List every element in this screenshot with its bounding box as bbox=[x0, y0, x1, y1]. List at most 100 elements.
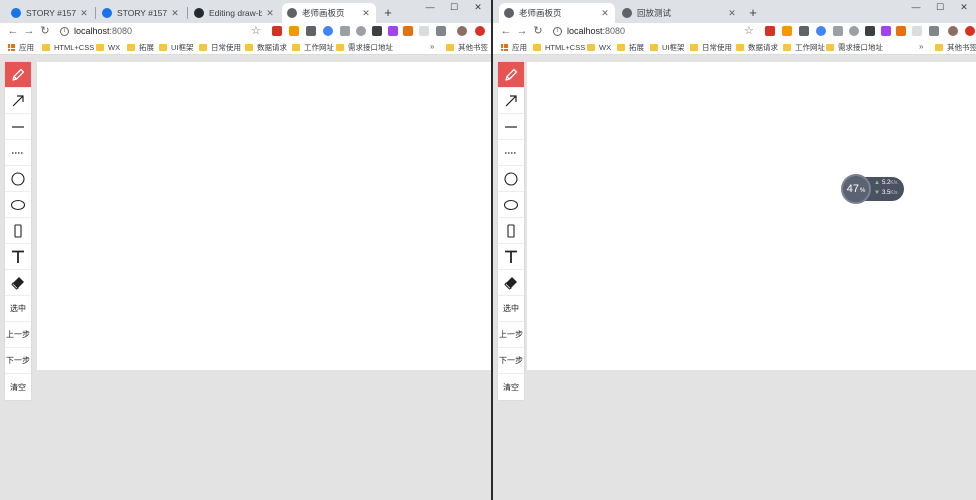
pencil-tool[interactable] bbox=[498, 62, 524, 88]
line-tool[interactable] bbox=[498, 114, 524, 140]
redo-button[interactable]: 下一步 bbox=[498, 348, 524, 374]
bookmark-folder[interactable]: 工作网址 bbox=[292, 39, 334, 55]
circle-tool[interactable] bbox=[498, 166, 524, 192]
rectangle-tool[interactable] bbox=[498, 218, 524, 244]
undo-button[interactable]: 上一步 bbox=[5, 322, 31, 348]
clear-button[interactable]: 清空 bbox=[498, 374, 524, 400]
back-icon[interactable]: ← bbox=[498, 23, 514, 39]
bookmark-folder[interactable]: 需求接口地址 bbox=[826, 39, 883, 55]
bookmark-folder[interactable]: 工作网址 bbox=[783, 39, 825, 55]
tab-playback-test[interactable]: 回放测试 ✕ bbox=[617, 3, 742, 23]
drawing-canvas[interactable] bbox=[527, 62, 976, 370]
tab-story-1576[interactable]: STORY #1576 【TCS ✕ bbox=[6, 3, 94, 23]
bookmark-folder[interactable]: 需求接口地址 bbox=[336, 39, 393, 55]
bookmark-folder[interactable]: 日常使用 bbox=[690, 39, 732, 55]
close-window-button[interactable]: ✕ bbox=[952, 0, 976, 16]
minimize-button[interactable]: — bbox=[418, 0, 442, 16]
bookmark-folder[interactable]: 拓展 bbox=[127, 39, 154, 55]
extension-icon[interactable] bbox=[436, 26, 446, 36]
extension-icon[interactable] bbox=[289, 26, 299, 36]
select-button[interactable]: 选中 bbox=[5, 296, 31, 322]
extension-icon[interactable] bbox=[782, 26, 792, 36]
bookmarks-overflow-icon[interactable]: » bbox=[919, 39, 923, 55]
dashed-line-tool[interactable] bbox=[5, 140, 31, 166]
network-speed-widget[interactable]: 47% ▲ 5.2K/s ▼ 3.5K/s bbox=[841, 174, 904, 204]
extension-icon[interactable] bbox=[865, 26, 875, 36]
tab-teacher-board[interactable]: 老师画板页 ✕ bbox=[282, 3, 376, 23]
tab-story-1579[interactable]: STORY #1579 【TCS ✕ bbox=[97, 3, 185, 23]
bookmark-star-icon[interactable]: ☆ bbox=[744, 23, 754, 39]
eraser-tool[interactable] bbox=[498, 270, 524, 296]
close-icon[interactable]: ✕ bbox=[600, 8, 610, 19]
extension-icon[interactable] bbox=[388, 26, 398, 36]
clear-button[interactable]: 清空 bbox=[5, 374, 31, 400]
bookmark-folder[interactable]: HTML+CSS bbox=[42, 39, 94, 55]
close-icon[interactable]: ✕ bbox=[265, 8, 275, 19]
line-tool[interactable] bbox=[5, 114, 31, 140]
maximize-button[interactable]: ☐ bbox=[928, 0, 952, 16]
extension-icon[interactable] bbox=[475, 26, 485, 36]
reload-icon[interactable]: ↻ bbox=[37, 23, 53, 39]
new-tab-button[interactable]: + bbox=[379, 3, 397, 23]
dashed-line-tool[interactable] bbox=[498, 140, 524, 166]
bookmark-folder[interactable]: 数据请求 bbox=[736, 39, 778, 55]
extension-icon[interactable] bbox=[896, 26, 906, 36]
new-tab-button[interactable]: + bbox=[744, 3, 762, 23]
reload-icon[interactable]: ↻ bbox=[530, 23, 546, 39]
close-icon[interactable]: ✕ bbox=[170, 8, 180, 19]
extension-icon[interactable] bbox=[419, 26, 429, 36]
extension-icon[interactable] bbox=[929, 26, 939, 36]
bookmark-folder[interactable]: HTML+CSS bbox=[533, 39, 585, 55]
ellipse-tool[interactable] bbox=[498, 192, 524, 218]
extension-icon[interactable] bbox=[799, 26, 809, 36]
extension-icon[interactable] bbox=[272, 26, 282, 36]
bookmark-folder[interactable]: UI框架 bbox=[650, 39, 685, 55]
extension-icon[interactable] bbox=[765, 26, 775, 36]
bookmark-folder[interactable]: UI框架 bbox=[159, 39, 194, 55]
extension-icon[interactable] bbox=[816, 26, 826, 36]
avatar[interactable] bbox=[948, 26, 958, 36]
forward-icon[interactable]: → bbox=[21, 23, 37, 39]
bookmark-other[interactable]: 其他书签 bbox=[935, 39, 976, 55]
extension-icon[interactable] bbox=[306, 26, 316, 36]
rectangle-tool[interactable] bbox=[5, 218, 31, 244]
minimize-button[interactable]: — bbox=[904, 0, 928, 16]
extension-icon[interactable] bbox=[340, 26, 350, 36]
extension-icon[interactable] bbox=[356, 26, 366, 36]
bookmark-folder[interactable]: 数据请求 bbox=[245, 39, 287, 55]
text-tool[interactable] bbox=[498, 244, 524, 270]
circle-tool[interactable] bbox=[5, 166, 31, 192]
bookmark-star-icon[interactable]: ☆ bbox=[251, 23, 261, 39]
close-icon[interactable]: ✕ bbox=[727, 8, 737, 19]
extension-icon[interactable] bbox=[323, 26, 333, 36]
ellipse-tool[interactable] bbox=[5, 192, 31, 218]
extension-icon[interactable] bbox=[372, 26, 382, 36]
forward-icon[interactable]: → bbox=[514, 23, 530, 39]
arrow-tool[interactable] bbox=[498, 88, 524, 114]
bookmark-folder[interactable]: 日常使用 bbox=[199, 39, 241, 55]
close-icon[interactable]: ✕ bbox=[361, 8, 371, 19]
back-icon[interactable]: ← bbox=[5, 23, 21, 39]
tab-github-editing[interactable]: Editing draw-borad/ ✕ bbox=[189, 3, 280, 23]
bookmark-apps[interactable]: 应用 bbox=[8, 39, 34, 55]
bookmark-other[interactable]: 其他书签 bbox=[446, 39, 488, 55]
drawing-canvas[interactable] bbox=[37, 62, 491, 370]
text-tool[interactable] bbox=[5, 244, 31, 270]
extension-icon[interactable] bbox=[833, 26, 843, 36]
select-button[interactable]: 选中 bbox=[498, 296, 524, 322]
extension-icon[interactable] bbox=[965, 26, 975, 36]
close-window-button[interactable]: ✕ bbox=[466, 0, 490, 16]
arrow-tool[interactable] bbox=[5, 88, 31, 114]
address-bar[interactable]: i localhost:8080 bbox=[553, 23, 753, 39]
bookmark-apps[interactable]: 应用 bbox=[501, 39, 527, 55]
extension-icon[interactable] bbox=[403, 26, 413, 36]
bookmark-folder[interactable]: 拓展 bbox=[617, 39, 644, 55]
bookmark-folder[interactable]: WX bbox=[96, 39, 120, 55]
extension-icon[interactable] bbox=[912, 26, 922, 36]
undo-button[interactable]: 上一步 bbox=[498, 322, 524, 348]
maximize-button[interactable]: ☐ bbox=[442, 0, 466, 16]
bookmark-folder[interactable]: WX bbox=[587, 39, 611, 55]
address-bar[interactable]: i localhost:8080 bbox=[60, 23, 260, 39]
bookmarks-overflow-icon[interactable]: » bbox=[430, 39, 434, 55]
eraser-tool[interactable] bbox=[5, 270, 31, 296]
